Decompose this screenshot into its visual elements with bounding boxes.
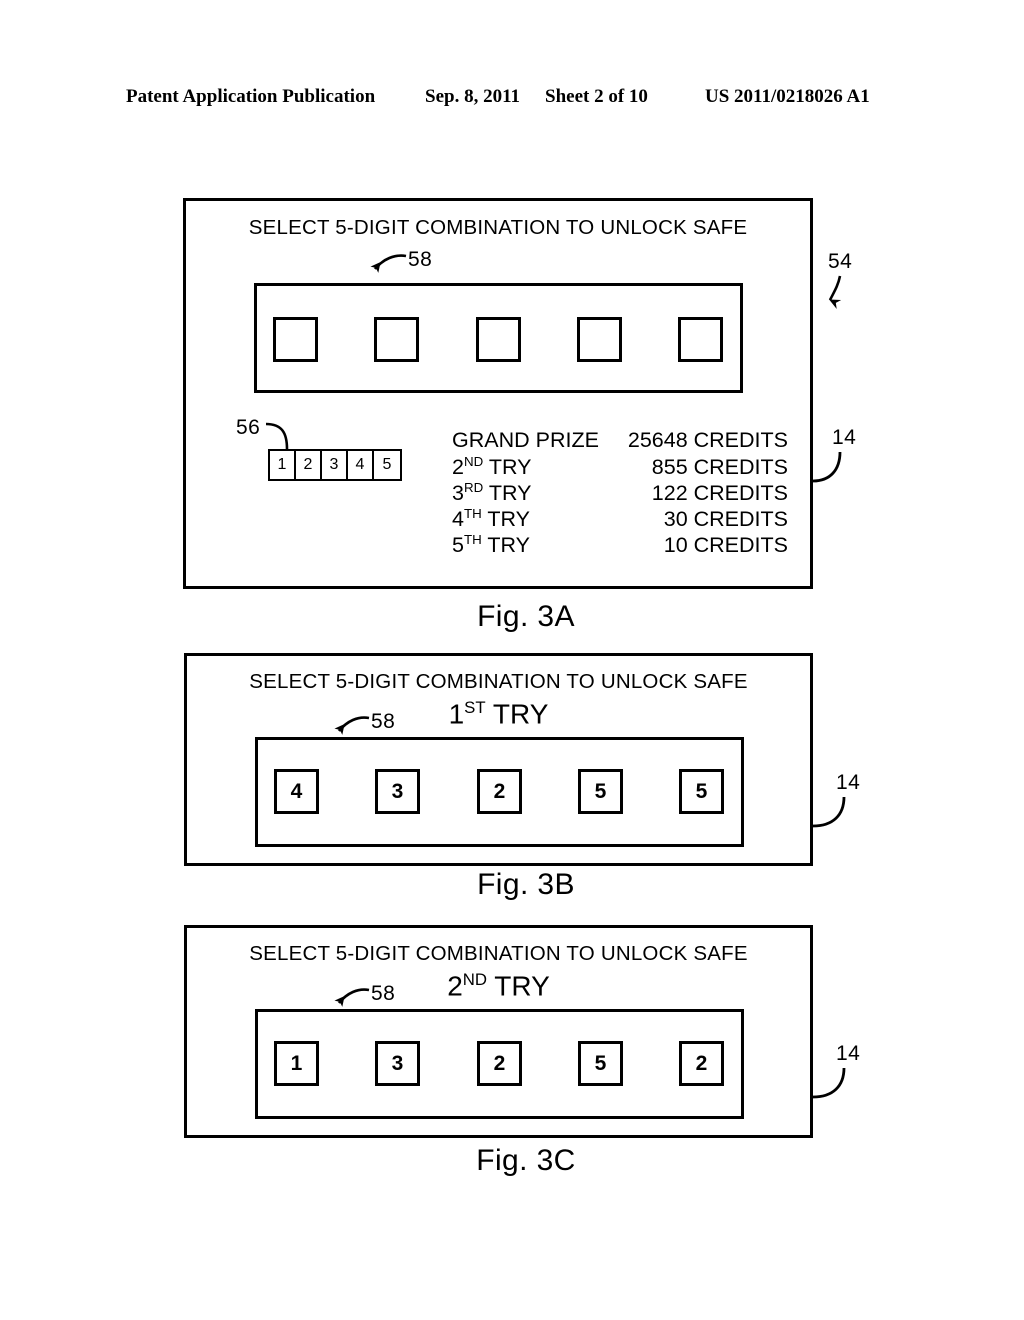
prize-row: 4TH TRY 30 CREDITS xyxy=(452,506,788,532)
fig3c-prompt-text: SELECT 5-DIGIT COMBINATION TO UNLOCK SAF… xyxy=(249,942,748,965)
leader-arrow-54 xyxy=(828,275,842,309)
reference-numeral-14: 14 xyxy=(832,426,857,449)
reference-numeral-14: 14 xyxy=(836,771,861,794)
fig3a-digit-cell[interactable] xyxy=(476,317,521,362)
index-strip-cell[interactable]: 4 xyxy=(348,451,374,479)
prize-label: GRAND PRIZE xyxy=(452,428,599,452)
prize-value: 122 CREDITS xyxy=(651,480,788,505)
fig3c-digit-cell[interactable]: 3 xyxy=(375,1041,420,1086)
index-strip-cell[interactable]: 3 xyxy=(322,451,348,479)
prize-value: 25648 CREDITS xyxy=(627,428,788,452)
leader-line-14-fig3b xyxy=(812,796,846,828)
figure-3a-caption: Fig. 3A xyxy=(477,600,575,633)
digit-index-strip[interactable]: 1 2 3 4 5 xyxy=(268,449,402,481)
prize-label: 3RD TRY xyxy=(452,480,532,505)
fig3c-digit-cell[interactable]: 2 xyxy=(477,1041,522,1086)
fig3c-digit-cell[interactable]: 2 xyxy=(679,1041,724,1086)
prize-row: GRAND PRIZE 25648 CREDITS xyxy=(452,428,788,454)
prize-value: 10 CREDITS xyxy=(663,532,788,557)
fig3b-prompt-text: SELECT 5-DIGIT COMBINATION TO UNLOCK SAF… xyxy=(249,670,748,693)
figure-3c-caption: Fig. 3C xyxy=(476,1144,576,1177)
index-strip-cell[interactable]: 1 xyxy=(270,451,296,479)
fig3a-digit-cell[interactable] xyxy=(678,317,723,362)
prize-value: 855 CREDITS xyxy=(651,454,788,479)
fig3b-digit-cell[interactable]: 2 xyxy=(477,769,522,814)
fig3b-digit-cell[interactable]: 5 xyxy=(679,769,724,814)
page-header: Patent Application Publication Sep. 8, 2… xyxy=(0,86,1024,112)
prize-row: 5TH TRY 10 CREDITS xyxy=(452,532,788,558)
prize-table: GRAND PRIZE 25648 CREDITS 2ND TRY 855 CR… xyxy=(452,428,788,558)
document-number: US 2011/0218026 A1 xyxy=(705,86,870,107)
sheet-number: Sheet 2 of 10 xyxy=(545,86,648,107)
figure-3b-caption: Fig. 3B xyxy=(477,868,575,901)
fig3a-digit-cell[interactable] xyxy=(374,317,419,362)
reference-numeral-58: 58 xyxy=(408,248,433,271)
publication-date: Sep. 8, 2011 xyxy=(425,86,521,107)
prize-row: 3RD TRY 122 CREDITS xyxy=(452,480,788,506)
prize-value: 30 CREDITS xyxy=(663,506,788,531)
index-strip-cell[interactable]: 2 xyxy=(296,451,322,479)
fig3b-try-heading: 1ST TRY xyxy=(448,698,549,730)
prize-label: 5TH TRY xyxy=(452,532,530,557)
reference-numeral-14: 14 xyxy=(836,1042,861,1065)
leader-line-14-fig3c xyxy=(812,1067,846,1099)
reference-numeral-54: 54 xyxy=(828,250,853,273)
fig3a-digit-cell[interactable] xyxy=(577,317,622,362)
fig3c-digit-cell[interactable]: 1 xyxy=(274,1041,319,1086)
reference-numeral-58: 58 xyxy=(371,710,396,733)
leader-line-14-fig3a xyxy=(812,451,842,483)
reference-numeral-58: 58 xyxy=(371,982,396,1005)
fig3b-digit-cell[interactable]: 4 xyxy=(274,769,319,814)
index-strip-cell[interactable]: 5 xyxy=(374,451,400,479)
fig3b-digit-cell[interactable]: 5 xyxy=(578,769,623,814)
fig3b-digit-cell[interactable]: 3 xyxy=(375,769,420,814)
prize-label: 4TH TRY xyxy=(452,506,530,531)
prize-label: 2ND TRY xyxy=(452,454,532,479)
fig3a-digit-cell[interactable] xyxy=(273,317,318,362)
prize-row: 2ND TRY 855 CREDITS xyxy=(452,454,788,480)
fig3a-prompt-text: SELECT 5-DIGIT COMBINATION TO UNLOCK SAF… xyxy=(248,216,748,239)
publication-label: Patent Application Publication xyxy=(126,86,376,107)
fig3c-digit-cell[interactable]: 5 xyxy=(578,1041,623,1086)
fig3c-try-heading: 2ND TRY xyxy=(447,970,550,1002)
reference-numeral-56: 56 xyxy=(236,416,261,439)
